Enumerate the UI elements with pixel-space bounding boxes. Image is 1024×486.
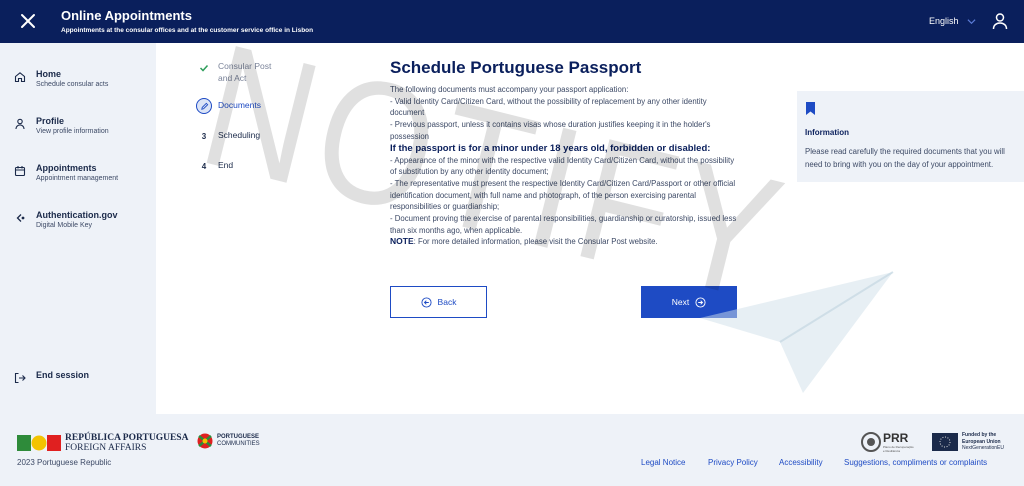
check-icon xyxy=(196,60,212,76)
chevron-down-icon xyxy=(967,18,976,24)
eu-flag-icon xyxy=(932,432,958,451)
note-label: NOTE xyxy=(390,236,414,247)
sidebar-item-sub: Digital Mobile Key xyxy=(36,222,93,229)
main-content: Schedule Portuguese Passport The followi… xyxy=(390,58,740,248)
end-session-button[interactable]: End session xyxy=(14,370,89,384)
app-title: Online Appointments xyxy=(61,8,192,23)
sidebar-item-profile[interactable]: Profile View profile information xyxy=(14,116,109,135)
communities-logo: PORTUGUESE COMMUNITIES xyxy=(197,433,260,449)
language-label: English xyxy=(929,16,959,26)
requirement-5: - Document proving the exercise of paren… xyxy=(390,214,737,235)
prr-icon xyxy=(861,432,881,452)
communities-icon xyxy=(197,433,213,449)
step-consular-post[interactable]: Consular Post and Act xyxy=(196,60,280,84)
requirement-2: - Previous passport, unless it contains … xyxy=(390,120,711,141)
top-bar: Online Appointments Appointments at the … xyxy=(0,0,1024,43)
sidebar: Home Schedule consular acts Profile View p… xyxy=(0,43,156,414)
logo-line2: FOREIGN AFFAIRS xyxy=(65,443,147,453)
step-label: End xyxy=(218,160,234,170)
step-label: Scheduling xyxy=(218,130,261,140)
republica-logo: REPÚBLICA PORTUGUESA FOREIGN AFFAIRS xyxy=(17,433,188,453)
eu-line3: NextGenerationEU xyxy=(962,445,1004,451)
arrow-right-circle-icon xyxy=(695,296,706,308)
step-label: Documents xyxy=(218,100,261,110)
logo-line1: REPÚBLICA PORTUGUESA xyxy=(65,433,189,443)
prr-label: PRR xyxy=(883,431,909,445)
info-title: Information xyxy=(805,128,849,137)
requirement-4: - The representative must present the re… xyxy=(390,178,736,212)
back-button[interactable]: Back xyxy=(390,286,487,318)
requirement-3: - Appearance of the minor with the respe… xyxy=(390,155,735,177)
sidebar-item-authentication[interactable]: Authentication.gov Digital Mobile Key xyxy=(14,210,118,229)
communities-line1: PORTUGUESE xyxy=(217,434,260,440)
end-session-label: End session xyxy=(36,370,90,380)
copyright: 2023 Portuguese Republic xyxy=(17,458,112,467)
language-selector[interactable]: English xyxy=(929,16,976,26)
home-icon xyxy=(14,72,26,83)
step-number: 4 xyxy=(201,161,207,171)
sidebar-item-sub: View profile information xyxy=(36,128,109,135)
arrow-left-circle-icon xyxy=(421,296,432,308)
prr-sub: Plano de Recuperação e Resiliência xyxy=(883,445,914,453)
eu-logo: Funded by the European Union NextGeneratio… xyxy=(932,432,1004,452)
accessibility-link[interactable]: Accessibility xyxy=(779,458,823,467)
step-end[interactable]: 4 End xyxy=(196,158,233,174)
sidebar-item-label: Profile xyxy=(36,116,65,126)
suggestions-link[interactable]: Suggestions, compliments or complaints xyxy=(844,458,987,467)
step-label: Consular Post and Act xyxy=(218,61,272,83)
communities-line2: COMMUNITIES xyxy=(217,441,260,447)
key-icon xyxy=(16,214,25,222)
note-text: : For more detailed information, please … xyxy=(413,237,658,247)
sidebar-item-appointments[interactable]: Appointments Appointment management xyxy=(14,163,118,182)
user-icon[interactable] xyxy=(991,12,1009,30)
footer: REPÚBLICA PORTUGUESA FOREIGN AFFAIRS POR… xyxy=(0,414,1024,486)
sidebar-item-home[interactable]: Home Schedule consular acts xyxy=(14,69,108,88)
page-title: Schedule Portuguese Passport xyxy=(390,58,642,77)
sidebar-item-sub: Schedule consular acts xyxy=(36,81,109,88)
flag-logo-icon xyxy=(17,435,61,451)
next-label: Next xyxy=(671,297,690,307)
intro-text: The following documents must accompany y… xyxy=(390,85,629,94)
bookmark-icon xyxy=(806,102,815,115)
logout-icon xyxy=(14,372,26,384)
legal-notice-link[interactable]: Legal Notice xyxy=(641,458,685,467)
step-number: 3 xyxy=(201,131,207,141)
requirement-1: - Valid Identity Card/Citizen Card, with… xyxy=(390,96,707,118)
note: NOTE: For more detailed information, ple… xyxy=(390,236,740,248)
next-button[interactable]: Next xyxy=(641,286,737,318)
back-label: Back xyxy=(437,297,457,307)
info-panel: Information Please read carefully the re… xyxy=(797,91,1024,182)
info-body: Please read carefully the required docum… xyxy=(805,147,1005,169)
sidebar-item-label: Authentication.gov xyxy=(36,210,118,220)
person-icon xyxy=(15,118,25,130)
prr-logo: PRR Plano de Recuperação e Resiliência xyxy=(861,431,915,453)
edit-icon xyxy=(196,98,212,114)
sidebar-item-label: Appointments xyxy=(36,163,97,173)
app-subtitle: Appointments at the consular offices and… xyxy=(61,27,314,34)
close-icon[interactable] xyxy=(18,11,38,31)
sidebar-item-label: Home xyxy=(36,69,62,79)
step-documents[interactable]: Documents xyxy=(196,98,261,114)
minor-heading: If the passport is for a minor under 18 … xyxy=(390,142,711,154)
sidebar-item-sub: Appointment management xyxy=(36,175,119,182)
step-scheduling[interactable]: 3 Scheduling xyxy=(196,128,260,144)
privacy-policy-link[interactable]: Privacy Policy xyxy=(708,458,758,467)
calendar-icon xyxy=(14,166,26,177)
